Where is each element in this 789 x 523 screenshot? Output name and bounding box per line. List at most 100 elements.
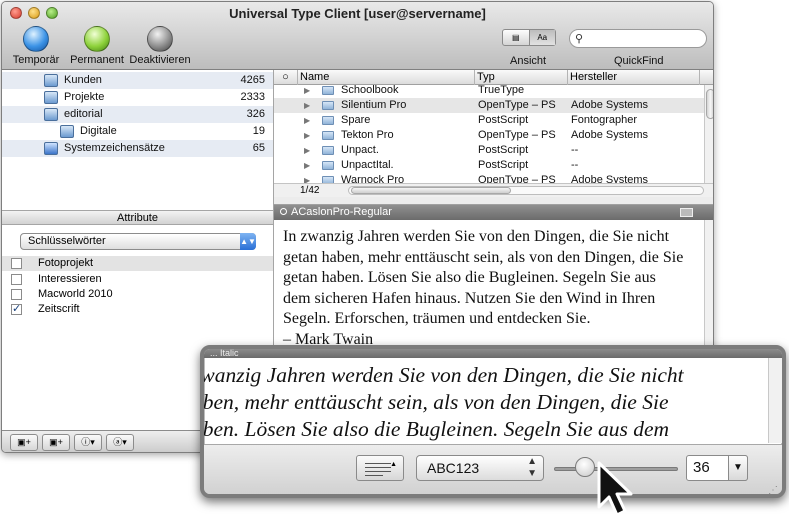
add-smart-set-button[interactable]: ▣+: [42, 434, 70, 451]
permanent-activate-button[interactable]: Permanent: [68, 26, 126, 66]
keyword-checkbox[interactable]: [11, 274, 22, 285]
sidebar-item-projekte[interactable]: Projekte 2333: [2, 89, 273, 106]
sidebar-item-systemzeichensaetze[interactable]: Systemzeichensätze 65: [2, 140, 273, 157]
blue-orb-icon: [23, 26, 49, 52]
sidebar-item-kunden[interactable]: Kunden 4265: [2, 72, 273, 89]
sidebar-item-digitale[interactable]: Digitale 19: [2, 123, 273, 140]
font-maker: --: [571, 144, 579, 156]
quickfind-search-field[interactable]: ⚲: [569, 29, 707, 48]
font-action-icon: ⓐ▾: [113, 437, 127, 447]
gray-orb-icon: [147, 26, 173, 52]
keyword-checkbox-checked[interactable]: ✓: [11, 304, 22, 315]
font-maker: Adobe Systems: [571, 174, 649, 183]
table-row[interactable]: ▶ UnpactItal. PostScript --: [274, 158, 704, 173]
table-row[interactable]: ▶ Schoolbook TrueType: [274, 83, 704, 98]
scroll-thumb[interactable]: [351, 187, 511, 194]
mouse-pointer-icon: [597, 461, 633, 517]
font-name: Tekton Pro: [341, 129, 394, 141]
preview-header: ACaslonPro-Regular: [274, 205, 713, 220]
font-maker: Adobe Systems: [571, 129, 649, 141]
preview-line: In zwanzig Jahren werden Sie von den Din…: [283, 228, 670, 245]
set-label: Projekte: [64, 91, 105, 103]
disclosure-triangle-icon[interactable]: ▶: [304, 113, 310, 128]
font-name: Silentium Pro: [341, 99, 407, 111]
resize-grip-icon[interactable]: ⋰: [768, 485, 778, 494]
font-maker: Adobe Systems: [571, 99, 649, 111]
disclosure-triangle-icon[interactable]: ▶: [304, 98, 310, 113]
table-row[interactable]: ▶ Tekton Pro OpenType – PS Adobe Systems: [274, 128, 704, 143]
font-type: OpenType – PS: [478, 99, 556, 111]
font-type: OpenType – PS: [478, 129, 556, 141]
font-list-horizontal-scrollbar[interactable]: [348, 186, 704, 195]
disclosure-triangle-icon[interactable]: ▶: [304, 83, 310, 98]
scroll-thumb[interactable]: [706, 89, 713, 119]
sample-text-value: ABC123: [427, 460, 480, 476]
zoomed-preview-text: zwanzig Jahren werden Sie von den Dingen…: [200, 362, 782, 443]
zoomed-line: aben. Lösen Sie also die Bugleinen. Sege…: [200, 417, 670, 441]
font-list-status-bar: 1/42: [274, 183, 713, 197]
keyword-label: Interessieren: [38, 273, 102, 285]
font-family-folder-icon: [322, 176, 334, 183]
deactivate-label: Deaktivieren: [129, 54, 191, 66]
zoomed-line: zwanzig Jahren werden Sie von den Dingen…: [200, 363, 684, 387]
add-set-icon: ▣+: [17, 437, 31, 447]
disclosure-triangle-icon[interactable]: ▶: [304, 173, 310, 183]
table-row[interactable]: ▶ Unpact. PostScript --: [274, 143, 704, 158]
preview-view-icon[interactable]: Aa: [529, 30, 555, 45]
preview-text[interactable]: In zwanzig Jahren werden Sie von den Din…: [283, 227, 703, 350]
font-type: TrueType: [478, 84, 525, 96]
align-lines-icon: [365, 467, 391, 468]
font-set-icon: [44, 108, 58, 121]
zoomed-vertical-scrollbar[interactable]: [768, 358, 782, 443]
font-family-folder-icon: [322, 86, 334, 95]
font-type: PostScript: [478, 159, 529, 171]
zoomed-preview-callout: ... Italic zwanzig Jahren werden Sie von…: [200, 345, 786, 498]
disclosure-triangle-icon[interactable]: ▶: [304, 158, 310, 173]
keyword-item[interactable]: ✓ Zeitscrift: [2, 302, 273, 317]
deactivate-button[interactable]: Deaktivieren: [128, 26, 192, 66]
sample-text-select[interactable]: ABC123 ▲ ▼: [416, 455, 544, 481]
font-set-icon: [60, 125, 74, 138]
table-row[interactable]: ▶ Warnock Pro OpenType – PS Adobe System…: [274, 173, 704, 183]
add-set-button[interactable]: ▣+: [10, 434, 38, 451]
table-row-selected[interactable]: ▶ Silentium Pro OpenType – PS Adobe Syst…: [274, 98, 704, 113]
font-list-vertical-scrollbar[interactable]: [704, 85, 713, 184]
preview-line: getan haben. Lösen Sie also die Bugleine…: [283, 269, 656, 286]
temporary-activate-button[interactable]: Temporär: [8, 26, 64, 66]
set-label: Digitale: [80, 125, 117, 137]
table-row[interactable]: ▶ Spare PostScript Fontographer: [274, 113, 704, 128]
set-count: 19: [252, 125, 265, 137]
view-label: Ansicht: [510, 55, 547, 67]
temporary-label: Temporär: [12, 54, 60, 66]
permanent-label: Permanent: [70, 54, 124, 66]
keyword-item[interactable]: Fotoprojekt: [2, 256, 273, 271]
info-button[interactable]: ⓘ▾: [74, 434, 102, 451]
font-name: Spare: [341, 114, 371, 126]
font-family-folder-icon: [322, 161, 334, 170]
preview-mode-icon[interactable]: [680, 208, 693, 217]
view-toggle[interactable]: ▤ Aa: [502, 29, 556, 46]
keyword-item[interactable]: Macworld 2010: [2, 287, 273, 302]
text-alignment-button[interactable]: ▲: [356, 455, 404, 481]
align-lines-icon: [365, 463, 391, 464]
preview-line: Segeln. Erforschen, träumen und entdecke…: [283, 310, 591, 327]
keyword-checkbox[interactable]: [11, 289, 22, 300]
keyword-checkbox[interactable]: [11, 258, 22, 269]
sidebar-item-editorial[interactable]: editorial 326: [2, 106, 273, 123]
list-view-icon[interactable]: ▤: [503, 30, 530, 45]
preview-line: dem sicheren Hafen hinaus. Nutzen Sie de…: [283, 289, 656, 307]
size-slider-knob[interactable]: [575, 457, 595, 477]
font-count: 1/42: [300, 185, 320, 196]
font-size-field[interactable]: 36 ▼: [686, 455, 748, 481]
disclosure-triangle-icon[interactable]: ▶: [304, 128, 310, 143]
chevron-down-icon[interactable]: ▼: [728, 455, 748, 481]
attribute-type-select[interactable]: Schlüsselwörter ▲▼: [20, 233, 256, 250]
chevron-updown-icon: ▲▼: [527, 456, 537, 479]
font-action-button[interactable]: ⓐ▾: [106, 434, 134, 451]
disclosure-triangle-icon[interactable]: ▶: [304, 143, 310, 158]
font-name: Warnock Pro: [341, 174, 405, 183]
chevron-updown-icon: ▲▼: [240, 233, 256, 250]
font-set-icon: [44, 91, 58, 104]
font-family-folder-icon: [322, 101, 334, 110]
keyword-item[interactable]: Interessieren: [2, 272, 273, 287]
